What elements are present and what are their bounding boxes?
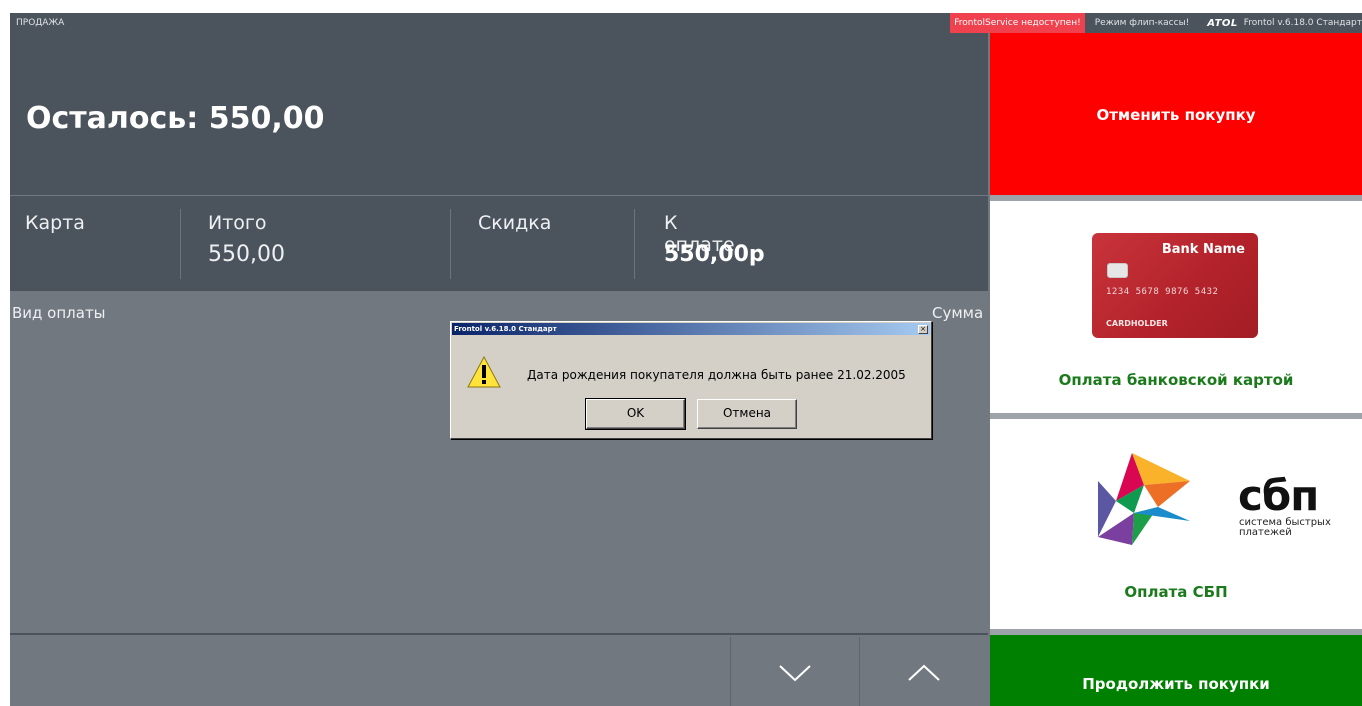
service-unavailable-badge: FrontolService недоступен!: [950, 13, 1085, 33]
pay-by-card-label: Оплата банковской картой: [1058, 371, 1294, 389]
warning-icon: [467, 356, 501, 388]
pay-sbp-button[interactable]: сбп система быстрых платежей Оплата СБП: [990, 419, 1362, 629]
flip-mode-label: Режим флип-кассы!: [1094, 18, 1190, 28]
scroll-up-button[interactable]: [859, 637, 988, 706]
status-area: FrontolService недоступен! Режим флип-ка…: [950, 13, 1362, 33]
cancel-button[interactable]: Отмена: [697, 399, 797, 429]
pay-sbp-label: Оплата СБП: [1124, 583, 1228, 601]
bank-card-icon: Bank Name 1234 5678 9876 5432 CARDHOLDER: [1092, 233, 1258, 338]
pay-by-card-button[interactable]: Bank Name 1234 5678 9876 5432 CARDHOLDER…: [990, 201, 1362, 413]
sbp-tagline-line2: платежей: [1239, 527, 1292, 538]
chip-icon: [1107, 263, 1128, 278]
card-number: 1234 5678 9876 5432: [1106, 287, 1219, 297]
dialog-message: Дата рождения покупателя должна быть ран…: [527, 368, 906, 382]
card-holder: CARDHOLDER: [1106, 319, 1168, 328]
divider: [450, 209, 451, 279]
version-label: Frontol v.6.18.0 Стандарт: [1243, 18, 1362, 28]
top-status-bar: ПРОДАЖА FrontolService недоступен! Режим…: [10, 13, 1362, 33]
mode-label: ПРОДАЖА: [16, 18, 65, 28]
message-dialog: Frontol v.6.18.0 Стандарт × Дата рождени…: [450, 321, 932, 439]
discount-label: Скидка: [478, 212, 552, 234]
bank-name: Bank Name: [1161, 242, 1245, 257]
continue-shopping-label: Продолжить покупки: [1082, 675, 1270, 693]
sbp-wordmark: сбп: [1238, 471, 1319, 520]
total-value: 550,00: [208, 242, 285, 267]
total-label: Итого: [208, 212, 267, 234]
dialog-close-button[interactable]: ×: [918, 325, 928, 334]
atol-logo: ATOL: [1207, 17, 1238, 29]
card-label: Карта: [25, 212, 85, 234]
bottom-bar: [10, 633, 988, 706]
divider: [180, 209, 181, 279]
sbp-tagline: система быстрых платежей: [1239, 518, 1331, 538]
payment-type-header: Вид оплаты: [12, 304, 106, 322]
frontol-window: ПРОДАЖА FrontolService недоступен! Режим…: [10, 13, 1362, 706]
cancel-purchase-label: Отменить покупку: [1096, 106, 1256, 124]
ok-button[interactable]: OK: [585, 398, 686, 430]
chevron-down-icon: [779, 664, 811, 681]
scroll-down-button[interactable]: [730, 637, 859, 706]
remaining-panel: Осталось: 550,00: [10, 33, 988, 195]
continue-shopping-button[interactable]: Продолжить покупки: [990, 635, 1362, 706]
totals-panel: Карта Итого 550,00 Скидка К оплате 550,0…: [10, 196, 988, 291]
to-pay-value: 550,00р: [664, 242, 765, 267]
remaining-amount: Осталось: 550,00: [26, 101, 325, 136]
divider: [634, 209, 635, 279]
payment-sum-header: Сумма: [932, 304, 984, 322]
chevron-up-icon: [908, 664, 940, 681]
dialog-title: Frontol v.6.18.0 Стандарт: [452, 323, 930, 335]
cancel-purchase-button[interactable]: Отменить покупку: [990, 33, 1362, 195]
